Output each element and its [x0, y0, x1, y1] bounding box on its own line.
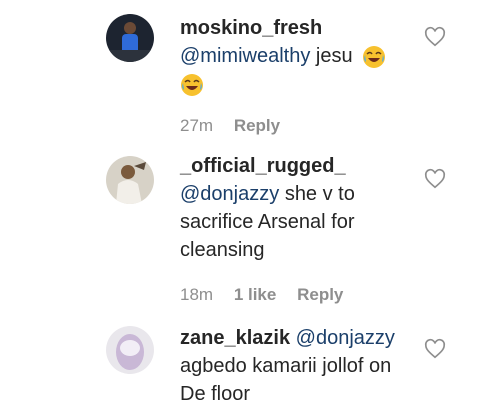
timestamp: 18m [180, 285, 214, 304]
mention-link[interactable]: @donjazzy [296, 327, 395, 349]
mention-link[interactable]: @donjazzy [180, 183, 279, 205]
username[interactable]: moskino_fresh [180, 17, 322, 39]
comment-body: _official_rugged_ @donjazzy she v to sac… [180, 152, 416, 264]
comment-text: jesu [315, 45, 353, 67]
heart-outline-icon[interactable] [424, 168, 446, 190]
avatar[interactable] [106, 326, 154, 374]
heart-outline-icon[interactable] [424, 26, 446, 48]
reply-button[interactable]: Reply [297, 285, 343, 304]
likes-count[interactable]: 1 like [234, 285, 277, 304]
face-with-tears-of-joy-emoji [180, 73, 204, 97]
comment-meta: 18m 1 like Reply [180, 285, 359, 305]
comment-body: moskino_fresh @mimiwealthy jesu [180, 14, 416, 98]
username[interactable]: zane_klazik [180, 327, 290, 349]
avatar[interactable] [106, 156, 154, 204]
avatar[interactable] [106, 14, 154, 62]
comment-body: zane_klazik @donjazzy agbedo kamarii jol… [180, 324, 416, 408]
heart-outline-icon[interactable] [424, 338, 446, 360]
comment-text: agbedo kamarii jollof on De floor [180, 355, 392, 405]
timestamp: 27m [180, 116, 214, 135]
username[interactable]: _official_rugged_ [180, 155, 346, 177]
face-with-tears-of-joy-emoji [362, 45, 386, 69]
mention-link[interactable]: @mimiwealthy [180, 45, 310, 67]
comment-meta: 27m Reply [180, 116, 296, 136]
reply-button[interactable]: Reply [234, 116, 280, 135]
